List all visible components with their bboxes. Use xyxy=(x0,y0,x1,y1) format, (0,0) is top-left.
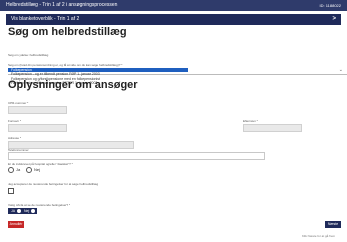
efternavn-label: Efternavn * xyxy=(243,119,258,123)
section-title-applicant: Oplysninger om ansøger xyxy=(8,79,138,91)
telefon-field[interactable] xyxy=(8,152,265,160)
cpr-field[interactable] xyxy=(8,106,67,114)
radio-no[interactable]: Nej xyxy=(26,167,40,173)
toggle-yes[interactable]: JA xyxy=(11,208,21,214)
hospital-question-label: Er du indskrevet på hospital og/eller "d… xyxy=(8,162,73,166)
radio-yes[interactable]: Ja xyxy=(8,167,20,173)
fornavn-field[interactable] xyxy=(8,124,67,132)
cancel-button[interactable]: Annullér xyxy=(8,221,24,228)
footer-hint: Klik Næste for at gå frem xyxy=(302,234,336,238)
radio-circle-icon[interactable] xyxy=(8,167,14,173)
form-id: ID: 1188022 xyxy=(319,3,342,8)
yes-no-toggle[interactable]: JA Nej xyxy=(8,208,37,214)
efternavn-field[interactable] xyxy=(243,124,302,132)
radio-dot-icon xyxy=(31,209,36,214)
fornavn-label: Fornavn * xyxy=(8,119,22,123)
header-bar: Helbredstillæg - Trin 1 af 2 i ansøgning… xyxy=(0,0,347,11)
radio-dot-icon xyxy=(16,209,21,214)
toggle-yes-label: JA xyxy=(11,209,15,213)
consent-label: Jeg accepterer de nuværende betingelser … xyxy=(8,182,99,186)
radio-circle-icon[interactable] xyxy=(26,167,32,173)
pension-question-label: Søg om (hvad din pensionsordning er, og … xyxy=(8,63,123,67)
adresse-label: Adresse * xyxy=(8,136,22,140)
radio-no-label: Nej xyxy=(34,167,41,173)
header-title: Helbredstillæg - Trin 1 af 2 i ansøgning… xyxy=(6,2,118,8)
consent-checkbox[interactable] xyxy=(8,188,14,194)
form-overview-label: Vis blanketoverblik - Trin 1 af 2 xyxy=(11,16,80,22)
toggle-no[interactable]: Nej xyxy=(24,208,36,214)
ydelse-label: Søg om ydelse: helbredstillæg xyxy=(8,53,49,57)
chevron-down-icon[interactable]: ⌄ xyxy=(339,67,343,73)
form-overview-toggle[interactable]: Vis blanketoverblik - Trin 1 af 2 > xyxy=(6,14,341,25)
toggle-question-label: Vælg JA/Ja at se de nuværende betingelse… xyxy=(8,203,71,207)
next-button[interactable]: Næste xyxy=(325,221,341,228)
toggle-no-label: Nej xyxy=(24,209,30,213)
page-title: Søg om helbredstillæg xyxy=(8,26,127,38)
chevron-right-icon[interactable]: > xyxy=(332,14,336,25)
cpr-label: CPR-nummer * xyxy=(8,101,29,105)
radio-yes-label: Ja xyxy=(16,167,21,173)
